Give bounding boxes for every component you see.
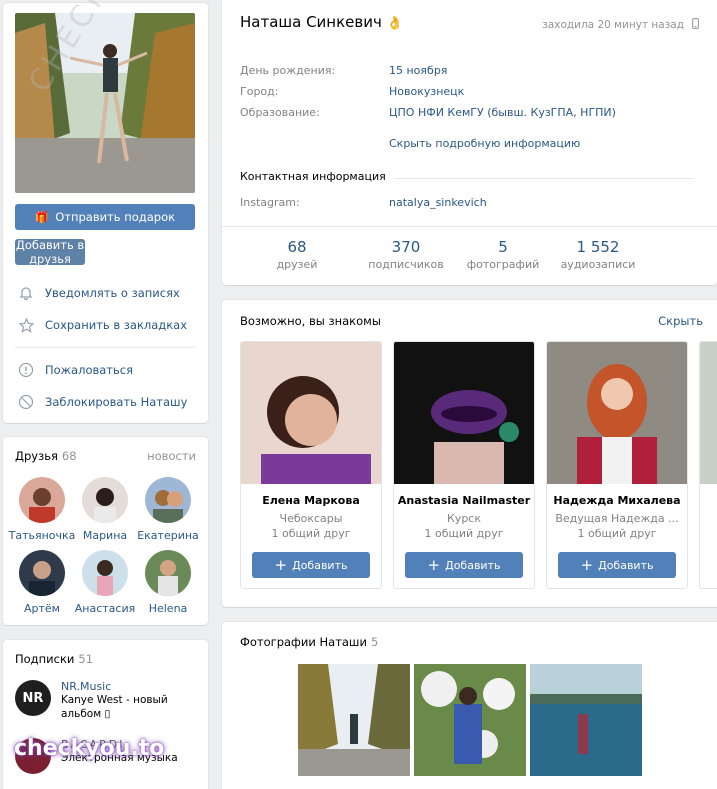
people-title: Возможно, вы знакомы (240, 314, 381, 328)
gift-icon: 🎁 (34, 210, 50, 224)
friend-item[interactable]: Екатерина (133, 477, 203, 542)
hide-details-link[interactable]: Скрыть подробную информацию (389, 137, 580, 150)
photo-thumbnail[interactable] (298, 664, 410, 776)
mobile-icon (692, 18, 699, 32)
menu-divider (15, 347, 195, 348)
friend-item[interactable]: Татьяночка (7, 477, 77, 542)
info-row-education: Образование: ЦПО НФИ КемГУ (бывш. КузГПА… (240, 106, 616, 119)
friend-item[interactable]: Helena (133, 550, 203, 615)
friend-item[interactable]: Артём (7, 550, 77, 615)
friend-avatar (82, 477, 128, 523)
people-hide-link[interactable]: Скрыть (658, 314, 703, 328)
bell-icon (17, 284, 35, 302)
suggestion-photo[interactable] (241, 342, 381, 484)
contacts-divider (394, 178, 694, 179)
exclamation-circle-icon (17, 361, 35, 379)
suggestion-photo[interactable] (547, 342, 687, 484)
photo-thumbnail[interactable] (530, 664, 642, 776)
profile-avatar[interactable] (15, 13, 195, 193)
counter-audio[interactable]: 1 552 аудиозаписи (561, 238, 636, 271)
counter-photos[interactable]: 5 фотографий (467, 238, 539, 271)
suggestion-photo[interactable] (700, 342, 717, 484)
counter-followers[interactable]: 370 подписчиков (368, 238, 443, 271)
friends-news-link[interactable]: новости (147, 449, 196, 463)
contacts-section-title: Контактная информация (240, 170, 386, 183)
send-gift-button[interactable]: 🎁 Отправить подарок (15, 204, 195, 230)
friend-avatar (82, 550, 128, 596)
report-menu-item[interactable]: Пожаловаться (17, 360, 133, 380)
subscription-item[interactable]: NR NR.Music Kanye West - новый альбом ▯ (15, 680, 181, 721)
photos-block: Фотографии Наташи 5 (222, 622, 717, 789)
counters-divider (222, 226, 717, 227)
profile-info-card: Наташа Синкевич 👌 заходила 20 минут наза… (222, 0, 717, 285)
counter-friends[interactable]: 68 друзей (277, 238, 318, 271)
photos-header[interactable]: Фотографии Наташи 5 (240, 635, 378, 649)
friend-avatar (145, 550, 191, 596)
plus-icon: + (274, 556, 288, 574)
page-title: Наташа Синкевич 👌 (240, 13, 403, 31)
suggestion-photo[interactable] (394, 342, 534, 484)
photo-thumbnail[interactable] (414, 664, 526, 776)
suggestion-card[interactable]: Надежда Михалева Ведущая Надежда ... 1 о… (546, 341, 688, 589)
plus-icon: + (580, 556, 594, 574)
subscription-avatar (15, 738, 51, 774)
friend-item[interactable]: Анастасия (70, 550, 140, 615)
add-friend-button[interactable]: + Добавить (558, 552, 676, 578)
subscription-item[interactable]: BACARDI Электронная музыка (15, 738, 178, 774)
block-icon (17, 393, 35, 411)
people-you-may-know-block: Возможно, вы знакомы Скрыть Елена Марков… (222, 300, 717, 607)
info-row-instagram: Instagram: natalya_sinkevich (240, 196, 487, 209)
star-icon (17, 316, 35, 334)
add-friend-button[interactable]: + Добавить (405, 552, 523, 578)
avatar-card: 🎁 Отправить подарок Добавить в друзья Ув… (3, 3, 208, 423)
friends-block: Друзья 68 новости Татьяночка Марина Екате… (3, 437, 208, 625)
plus-icon: + (427, 556, 441, 574)
friends-header[interactable]: Друзья 68 (15, 449, 77, 463)
bookmark-menu-item[interactable]: Сохранить в закладках (17, 315, 187, 335)
suggestion-card-partial[interactable] (699, 341, 717, 589)
friend-avatar (19, 477, 65, 523)
add-friend-button[interactable]: Добавить в друзья (15, 238, 85, 266)
friend-avatar (145, 477, 191, 523)
info-row-birthday: День рождения: 15 ноября (240, 64, 448, 77)
info-row-city: Город: Новокузнецк (240, 85, 465, 98)
friend-avatar (19, 550, 65, 596)
notify-menu-item[interactable]: Уведомлять о записях (17, 283, 180, 303)
suggestion-card[interactable]: Елена Маркова Чебоксары 1 общий друг + До… (240, 341, 382, 589)
friend-item[interactable]: Марина (70, 477, 140, 542)
online-status: заходила 20 минут назад (542, 18, 699, 32)
add-friend-button[interactable]: + Добавить (252, 552, 370, 578)
subscriptions-block: Подписки 51 NR NR.Music Kanye West - новы… (3, 640, 208, 789)
block-menu-item[interactable]: Заблокировать Наташу (17, 392, 187, 412)
ok-hand-emoji: 👌 (386, 16, 403, 31)
subscription-avatar: NR (15, 680, 51, 716)
suggestion-card[interactable]: Anastasia Nailmaster Курск 1 общий друг … (393, 341, 535, 589)
subscriptions-header[interactable]: Подписки 51 (15, 652, 93, 666)
